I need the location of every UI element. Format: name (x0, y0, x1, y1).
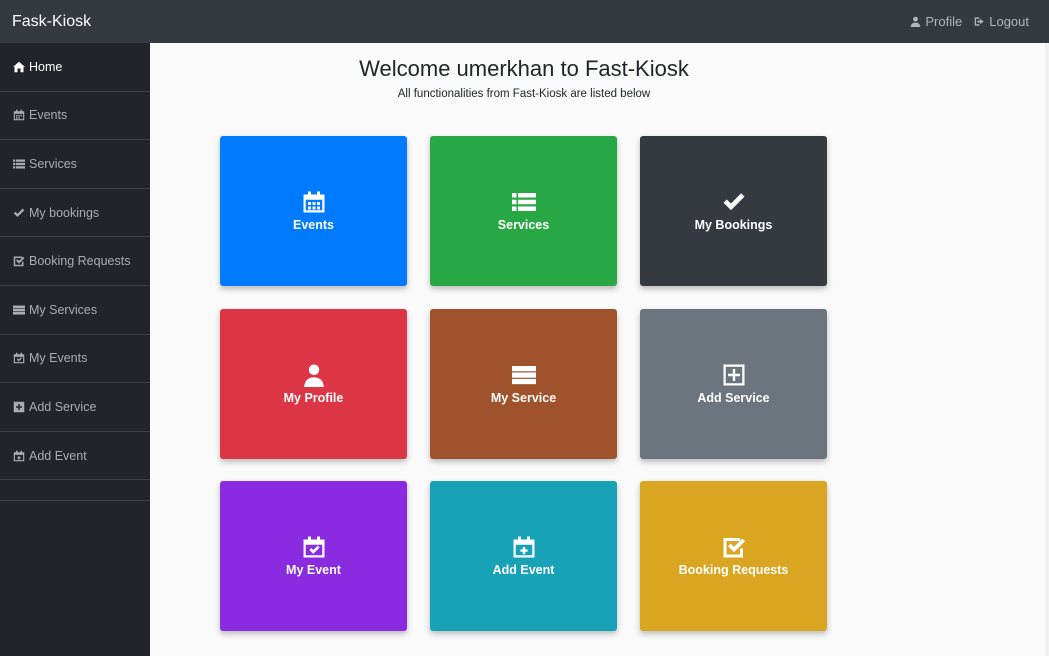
calendar-check-icon (303, 536, 324, 558)
sidebar-item-label: My Events (29, 351, 88, 366)
tile-label: Events (293, 218, 334, 232)
sidebar-item-label: Events (29, 108, 68, 123)
tile-booking-requests[interactable]: Booking Requests (640, 481, 827, 631)
sidebar-item-label: Services (29, 156, 77, 171)
calendar-plus-icon (13, 450, 25, 461)
sidebar-item-events[interactable]: Events (0, 92, 150, 141)
top-navbar: Fask-Kiosk Profile Logout (0, 0, 1049, 43)
sidebar-divider (0, 480, 150, 502)
page-title: Welcome umerkhan to Fast-Kiosk (359, 56, 689, 81)
calendar-icon (13, 110, 25, 121)
tile-events[interactable]: Events (220, 136, 407, 286)
tile-label: My Profile (283, 391, 344, 405)
main-content: Welcome umerkhan to Fast-Kiosk All funct… (150, 43, 1045, 656)
list-icon (511, 193, 536, 211)
tile-my-service[interactable]: My Service (430, 309, 617, 459)
tile-label: Add Service (697, 391, 770, 405)
tile-label: Add Event (492, 563, 555, 577)
sidebar-item-label: Home (29, 59, 63, 74)
sidebar-item-services[interactable]: Services (0, 140, 150, 189)
sidebar-item-label: My bookings (29, 205, 100, 220)
profile-link-label: Profile (925, 14, 963, 29)
tile-add-service[interactable]: Add Service (640, 309, 827, 459)
profile-link[interactable]: Profile (910, 14, 962, 29)
check-square-icon (723, 538, 745, 558)
sign-out-icon (974, 17, 984, 26)
sidebar-item-label: Add Service (29, 399, 97, 414)
tile-services[interactable]: Services (430, 136, 617, 286)
plus-square-icon (13, 401, 25, 413)
calendar-plus-icon (513, 536, 534, 558)
user-icon (911, 16, 921, 27)
logout-link-label: Logout (989, 14, 1029, 29)
sidebar-item-home[interactable]: Home (0, 43, 150, 92)
user-icon (303, 364, 324, 387)
sidebar-item-my-events[interactable]: My Events (0, 335, 150, 384)
sidebar-item-label: Booking Requests (29, 254, 131, 269)
server-icon (13, 305, 25, 315)
check-icon (723, 193, 744, 211)
sidebar-item-booking-requests[interactable]: Booking Requests (0, 237, 150, 286)
home-icon (13, 61, 25, 73)
sidebar-item-add-service[interactable]: Add Service (0, 383, 150, 432)
check-icon (13, 208, 25, 217)
sidebar-item-label: My Services (29, 302, 98, 317)
tile-my-profile[interactable]: My Profile (220, 309, 407, 459)
brand-logo[interactable]: Fask-Kiosk (12, 13, 91, 31)
calendar-check-icon (13, 353, 25, 364)
tile-my-bookings[interactable]: My Bookings (640, 136, 827, 286)
tile-label: Booking Requests (678, 563, 789, 577)
server-icon (511, 366, 536, 385)
tile-my-event[interactable]: My Event (220, 481, 407, 631)
top-links: Profile Logout (910, 14, 1029, 29)
sidebar-item-add-event[interactable]: Add Event (0, 432, 150, 481)
tile-label: My Bookings (694, 218, 773, 232)
tile-label: My Event (286, 563, 341, 577)
tile-label: Services (497, 218, 550, 232)
page-subtitle: All functionalities from Fast-Kiosk are … (397, 88, 651, 100)
calendar-icon (303, 191, 324, 213)
sidebar: Home Events Services My bookings Booking… (0, 43, 150, 656)
tile-add-event[interactable]: Add Event (430, 481, 617, 631)
check-square-icon (13, 256, 25, 267)
sidebar-item-my-services[interactable]: My Services (0, 286, 150, 335)
list-icon (13, 159, 25, 169)
logout-link[interactable]: Logout (974, 14, 1029, 29)
plus-square-icon (723, 364, 744, 386)
sidebar-item-label: Add Event (29, 448, 87, 463)
scrollbar[interactable] (1045, 43, 1049, 656)
tile-label: My Service (490, 391, 557, 405)
sidebar-item-my-bookings[interactable]: My bookings (0, 189, 150, 238)
